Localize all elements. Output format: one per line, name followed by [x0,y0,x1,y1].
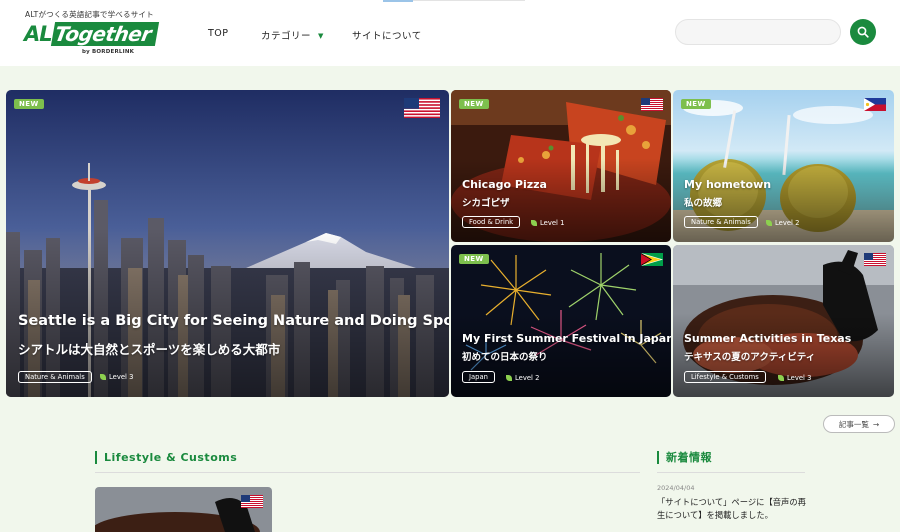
level-text: Level 2 [515,374,540,382]
leaf-icon [100,374,106,380]
article-list-label: 記事一覧 [838,419,869,429]
level-text: Level 3 [787,374,812,382]
logo-together-text: Together [50,22,159,46]
article-card-chicago-pizza[interactable]: NEW Chicago Pizza シカゴピザ Food & Drink Lev… [451,90,671,242]
level-label: Level 1 [531,219,564,227]
leaf-icon [778,375,784,381]
progress-line [383,0,413,2]
card-title-jp: シカゴピザ [462,198,510,209]
new-badge: NEW [459,99,489,109]
card-title-en: Summer Activities in Texas [684,332,852,345]
section-divider [95,472,640,473]
level-label: Level 2 [506,374,539,382]
nav-about[interactable]: サイトについて [352,28,422,42]
us-flag-icon [241,495,263,508]
level-label: Level 2 [766,219,799,227]
category-tag[interactable]: Lifestyle & Customs [684,371,766,383]
article-card-texas[interactable]: Summer Activities in Texas テキサスの夏のアクティビテ… [673,245,894,397]
level-text: Level 3 [109,373,134,381]
leaf-icon [766,220,772,226]
section-title-news: 新着情報 [657,451,712,464]
search-icon [857,26,869,38]
category-tag[interactable]: Nature & Animals [684,216,758,228]
news-date: 2024/04/04 [657,484,695,492]
brisket-thumbnail-image [95,487,272,532]
card-title-en: Chicago Pizza [462,178,547,191]
card-title-en: Seattle is a Big City for Seeing Nature … [18,313,449,329]
lifestyle-article-thumbnail[interactable] [95,487,272,532]
level-label: Level 3 [778,374,811,382]
us-flag-icon [641,98,663,111]
search-input[interactable] [675,19,841,45]
section-divider [657,472,805,473]
article-list-button[interactable]: 記事一覧 → [823,415,895,433]
article-card-my-hometown[interactable]: NEW My hometown 私の故郷 Nature & Animals Le… [673,90,894,242]
leaf-icon [506,375,512,381]
news-item-link[interactable]: 「サイトについて」ページに【音声の再生について】を掲載しました。 [657,496,807,521]
category-tag[interactable]: Nature & Animals [18,371,92,383]
nav-category-label: カテゴリー [261,31,312,42]
card-title-en: My First Summer Festival in Japan [462,332,671,345]
article-card-summer-festival[interactable]: NEW My First Summer Festival in Japan 初め… [451,245,671,397]
nav-top[interactable]: TOP [208,28,229,39]
card-title-jp: 私の故郷 [684,198,723,209]
leaf-icon [531,220,537,226]
level-label: Level 3 [100,373,133,381]
card-title-en: My hometown [684,178,772,191]
category-tag[interactable]: Japan [462,371,495,383]
search-button[interactable] [850,19,876,45]
us-flag-icon [404,98,440,118]
level-text: Level 2 [775,219,800,227]
article-card-seattle[interactable]: NEW Seattle is a Big City for Seeing Nat… [6,90,449,397]
us-flag-icon [864,253,886,266]
progress-line-track [413,0,525,1]
card-title-jp: シアトルは大自然とスポーツを楽しめる大都市 [18,342,281,357]
section-title-lifestyle: Lifestyle & Customs [95,451,237,464]
nav-category[interactable]: カテゴリー ▼ [261,28,324,42]
new-badge: NEW [459,254,489,264]
new-badge: NEW [681,99,711,109]
site-header: ALTがつくる英語記事で学べるサイト AL Together by BORDER… [0,0,900,66]
site-logo[interactable]: AL Together [24,19,159,49]
card-title-jp: テキサスの夏のアクティビティ [684,352,816,363]
philippines-flag-icon [864,98,886,111]
level-text: Level 1 [540,219,565,227]
arrow-right-icon: → [872,419,880,429]
guyana-flag-icon [641,253,663,266]
new-badge: NEW [14,99,44,109]
card-title-jp: 初めての日本の祭り [462,352,548,363]
logo-al-text: AL [24,22,53,46]
category-tag[interactable]: Food & Drink [462,216,521,228]
logo-byline: by BORDERLINK [82,49,135,55]
caret-down-icon: ▼ [318,32,324,40]
